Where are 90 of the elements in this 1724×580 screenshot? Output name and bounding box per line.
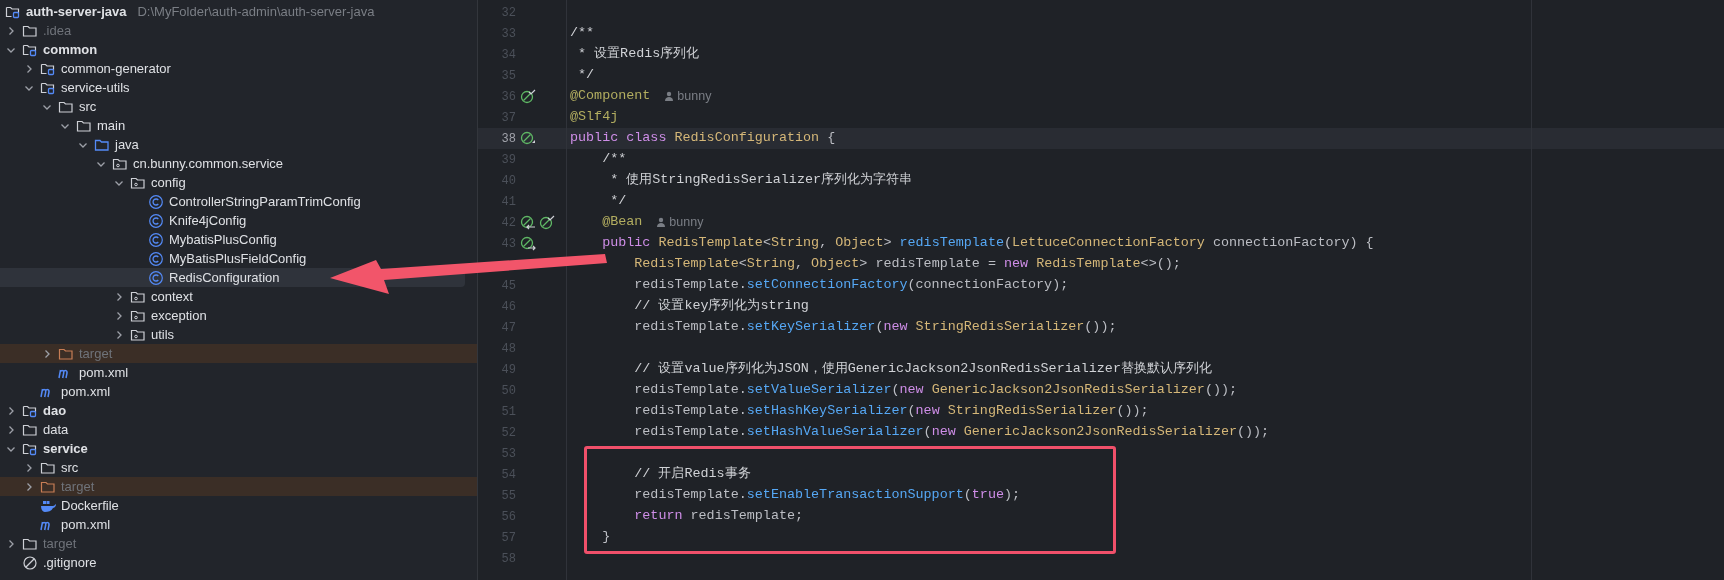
code-line: */ bbox=[609, 192, 627, 211]
tree-item[interactable]: service-utils bbox=[0, 78, 138, 97]
item-label: pom.xml bbox=[61, 382, 111, 401]
item-label: pom.xml bbox=[79, 363, 129, 382]
class-icon bbox=[148, 250, 164, 267]
item-label: data bbox=[43, 420, 69, 439]
class-icon bbox=[148, 269, 164, 286]
item-label: dao bbox=[43, 401, 67, 420]
code-line: public class RedisConfiguration { bbox=[570, 129, 836, 148]
code-line: // 设置value序列化为JSON，使用GenericJackson2JsonRedisSerializer替换默认序列化 bbox=[633, 360, 1212, 379]
item-label: target bbox=[43, 534, 77, 553]
person-icon bbox=[656, 217, 667, 228]
line-number: 38 bbox=[500, 130, 516, 148]
item-label: utils bbox=[151, 325, 175, 344]
code-line: @Bean bbox=[601, 213, 643, 232]
item-label: .idea bbox=[43, 21, 72, 40]
item-label: config bbox=[151, 173, 186, 192]
tree-item[interactable]: pom.xml bbox=[0, 515, 119, 534]
person-icon bbox=[664, 91, 675, 102]
code-line: // 设置key序列化为string bbox=[633, 297, 809, 316]
tree-item[interactable]: auth-server-java D:\MyFolder\auth-admin\auth-server-java bbox=[0, 2, 383, 21]
tree-item[interactable]: MybatisPlusConfig bbox=[0, 230, 285, 249]
code-line: @Component bbox=[570, 87, 651, 106]
code-line: */ bbox=[577, 66, 595, 85]
tree-item[interactable]: service bbox=[0, 439, 96, 458]
tree-item[interactable]: context bbox=[0, 287, 201, 306]
tree-item[interactable]: utils bbox=[0, 325, 183, 344]
item-label: RedisConfiguration bbox=[169, 268, 280, 287]
code-line: * 使用StringRedisSerializer序列化为字符串 bbox=[609, 171, 912, 190]
author-hint: bunny bbox=[669, 214, 704, 232]
tree-item[interactable]: pom.xml bbox=[0, 363, 137, 382]
item-label: exception bbox=[151, 306, 207, 325]
tree-item[interactable]: .gitignore bbox=[0, 553, 105, 572]
item-label: cn.bunny.common.service bbox=[133, 154, 284, 173]
item-label: pom.xml bbox=[61, 515, 111, 534]
tree-item[interactable]: cn.bunny.common.service bbox=[0, 154, 292, 173]
code-line: redisTemplate.setValueSerializer(new GenericJackson2JsonRedisSerializer()); bbox=[633, 381, 1238, 400]
tree-item[interactable]: common bbox=[0, 40, 106, 59]
code-line: @Slf4j bbox=[570, 108, 619, 127]
code-line: redisTemplate.setHashValueSerializer(new GenericJackson2JsonRedisSerializer()); bbox=[633, 423, 1270, 442]
code-line: redisTemplate.setConnectionFactory(connectionFactory); bbox=[633, 276, 1069, 295]
code-line: * 设置Redis序列化 bbox=[577, 45, 700, 64]
tree-item[interactable]: Dockerfile bbox=[0, 496, 127, 515]
item-label: src bbox=[79, 97, 97, 116]
item-label: target bbox=[61, 477, 95, 496]
item-label: ControllerStringParamTrimConfig bbox=[169, 192, 361, 211]
class-icon bbox=[148, 193, 164, 210]
tree-item[interactable]: Knife4jConfig bbox=[0, 211, 255, 230]
item-label: Dockerfile bbox=[61, 496, 119, 515]
item-label: MybatisPlusConfig bbox=[169, 230, 277, 249]
code-line: return redisTemplate; bbox=[633, 507, 804, 526]
code-line: } bbox=[601, 528, 611, 547]
item-label: java bbox=[115, 135, 139, 154]
tree-item[interactable]: src bbox=[0, 97, 105, 116]
item-label: common bbox=[43, 40, 98, 59]
tree-item[interactable]: pom.xml bbox=[0, 382, 119, 401]
code-line: redisTemplate.setKeySerializer(new StringRedisSerializer()); bbox=[633, 318, 1117, 337]
tree-item[interactable]: exception bbox=[0, 306, 215, 325]
item-label: service-utils bbox=[61, 78, 130, 97]
ignore-file-icon bbox=[22, 554, 38, 571]
author-hint: bunny bbox=[677, 88, 712, 106]
item-label: MyBatisPlusFieldConfig bbox=[169, 249, 307, 268]
item-label: auth-server-java bbox=[26, 2, 127, 21]
tree-item[interactable]: common-generator bbox=[0, 59, 179, 78]
item-label: target bbox=[79, 344, 113, 363]
tree-item[interactable]: data bbox=[0, 420, 77, 439]
code-line: redisTemplate.setEnableTransactionSupport(true); bbox=[633, 486, 1021, 505]
item-label: common-generator bbox=[61, 59, 171, 78]
project-path: D:\MyFolder\auth-admin\auth-server-java bbox=[137, 2, 375, 21]
code-line: redisTemplate.setHashKeySerializer(new StringRedisSerializer()); bbox=[633, 402, 1149, 421]
item-label: main bbox=[97, 116, 126, 135]
item-label: Knife4jConfig bbox=[169, 211, 247, 230]
code-line: // 开启Redis事务 bbox=[633, 465, 751, 484]
item-label: src bbox=[61, 458, 79, 477]
code-line: RedisTemplate<String, Object> redisTemplate = new RedisTemplate<>(); bbox=[633, 255, 1181, 274]
class-icon bbox=[148, 212, 164, 229]
tree-item[interactable]: MyBatisPlusFieldConfig bbox=[0, 249, 315, 268]
class-icon bbox=[148, 231, 164, 248]
tree-item[interactable]: java bbox=[0, 135, 147, 154]
tree-item[interactable]: main bbox=[0, 116, 134, 135]
code-line: /** bbox=[570, 24, 595, 43]
item-label: service bbox=[43, 439, 88, 458]
tree-item[interactable]: dao bbox=[0, 401, 75, 420]
code-line: /** bbox=[601, 150, 627, 169]
item-label: .gitignore bbox=[43, 553, 97, 572]
tree-item[interactable]: src bbox=[0, 458, 87, 477]
item-label: context bbox=[151, 287, 193, 306]
tree-item[interactable]: ControllerStringParamTrimConfig bbox=[0, 192, 369, 211]
tree-item[interactable]: config bbox=[0, 173, 194, 192]
code-line: public RedisTemplate<String, Object> redisTemplate(LettuceConnectionFactory connectionFactory) { bbox=[601, 234, 1374, 253]
